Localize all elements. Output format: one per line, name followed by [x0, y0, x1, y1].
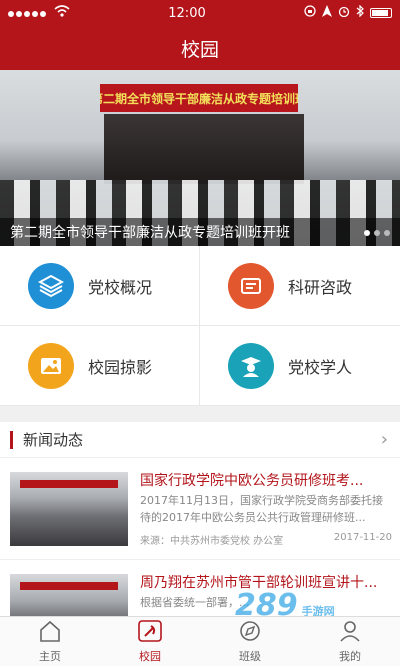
- battery-icon: [370, 8, 392, 18]
- alarm-icon: [338, 5, 350, 21]
- page-title: 校园: [180, 38, 219, 61]
- grid-item-label: 党校学人: [288, 357, 353, 377]
- home-icon: [38, 620, 62, 645]
- grid-item-gallery[interactable]: 校园掠影: [0, 326, 200, 406]
- compass-icon: [238, 620, 262, 645]
- grid-item-label: 党校概况: [88, 277, 153, 297]
- grid-item-overview[interactable]: 党校概况: [0, 246, 200, 326]
- tab-home[interactable]: 主页: [0, 617, 100, 666]
- news-summary: 2017年11月13日，国家行政学院受商务部委托接待的2017年中欧公务员公共行…: [140, 494, 383, 524]
- feature-grid: 党校概况 科研咨政 校园掠影 党校学人: [0, 246, 400, 406]
- location-icon: [322, 5, 332, 21]
- signal-icon: [8, 6, 48, 21]
- wifi-icon: [54, 5, 70, 21]
- layers-icon: [28, 262, 74, 309]
- tab-label: 我的: [339, 649, 361, 663]
- news-source: 来源：中共苏州市委党校 办公室: [140, 536, 284, 547]
- news-section-header[interactable]: 新闻动态 ›: [0, 422, 400, 458]
- news-title: 国家行政学院中欧公务员研修班考...: [140, 473, 364, 489]
- grid-item-scholars[interactable]: 党校学人: [200, 326, 400, 406]
- tab-label: 主页: [39, 649, 61, 663]
- pager-dot[interactable]: [374, 230, 380, 236]
- grid-item-label: 校园掠影: [88, 357, 153, 377]
- scholar-icon: [228, 342, 274, 389]
- grid-item-research[interactable]: 科研咨政: [200, 246, 400, 326]
- tab-class[interactable]: 班级: [200, 617, 300, 666]
- chevron-right-icon[interactable]: ›: [381, 429, 388, 450]
- tab-profile[interactable]: 我的: [300, 617, 400, 666]
- book-icon: [228, 262, 274, 309]
- news-item[interactable]: 国家行政学院中欧公务员研修班考... 2017年11月13日，国家行政学院受商务…: [0, 458, 400, 560]
- party-emblem-icon: [138, 619, 162, 645]
- banner-carousel[interactable]: 第二期全市领导干部廉洁从政专题培训班 第二期全市领导干部廉洁从政专题培训班开班: [0, 70, 400, 246]
- news-date: 2017-11-20: [333, 532, 392, 543]
- clock: 12:00: [168, 5, 206, 21]
- image-icon: [28, 342, 74, 389]
- news-section-title: 新闻动态: [23, 431, 84, 449]
- pager-dot[interactable]: [384, 230, 390, 236]
- section-accent-bar: [10, 430, 13, 449]
- lock-rotation-icon: [304, 5, 316, 21]
- title-bar: 校园: [0, 26, 400, 70]
- banner-sign: 第二期全市领导干部廉洁从政专题培训班: [100, 84, 298, 112]
- tab-label: 校园: [139, 649, 161, 663]
- news-meta: 来源：中共苏州市委党校 办公室 2017-11-20: [140, 532, 392, 547]
- tab-campus[interactable]: 校园: [100, 617, 200, 666]
- tab-label: 班级: [239, 649, 261, 663]
- status-bar: 12:00: [0, 0, 400, 26]
- pager-dot[interactable]: [364, 230, 370, 236]
- user-icon: [338, 620, 362, 645]
- grid-item-label: 科研咨政: [288, 277, 353, 297]
- banner-caption: 第二期全市领导干部廉洁从政专题培训班开班: [0, 218, 400, 246]
- bottom-tab-bar: 主页 校园 班级 我的: [0, 616, 400, 666]
- news-thumbnail: [10, 472, 128, 546]
- banner-stage: [104, 114, 304, 184]
- section-divider: [0, 406, 400, 422]
- banner-pager[interactable]: [364, 230, 390, 236]
- bluetooth-icon: [356, 4, 364, 21]
